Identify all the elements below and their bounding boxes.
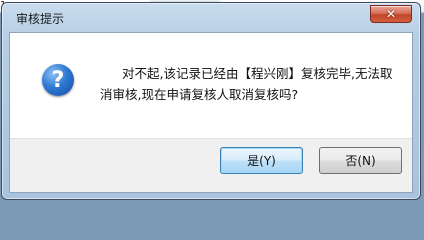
close-button[interactable]: ✕ xyxy=(370,5,412,23)
title-bar[interactable]: 审核提示 ✕ xyxy=(2,3,420,31)
close-icon: ✕ xyxy=(385,7,397,21)
message-line-1: 对不起,该记录已经由【程兴刚】复核完毕,无法取 xyxy=(122,66,393,81)
message-area: ? 对不起,该记录已经由【程兴刚】复核完毕,无法取 消审核,现在申请复核人取消复… xyxy=(10,33,412,139)
yes-button[interactable]: 是(Y) xyxy=(220,147,303,174)
audit-prompt-dialog: 审核提示 ✕ ? 对不起,该记录已经由【程兴刚】复核完毕,无法取 消审核,现在申… xyxy=(1,2,421,200)
dialog-message: 对不起,该记录已经由【程兴刚】复核完毕,无法取 消审核,现在申请复核人取消复核吗… xyxy=(99,63,393,105)
dialog-title: 审核提示 xyxy=(16,12,65,26)
no-button[interactable]: 否(N) xyxy=(319,147,402,174)
dialog-body: ? 对不起,该记录已经由【程兴刚】复核完毕,无法取 消审核,现在申请复核人取消复… xyxy=(9,32,413,193)
message-line-2: 消审核,现在申请复核人取消复核吗? xyxy=(100,87,299,102)
